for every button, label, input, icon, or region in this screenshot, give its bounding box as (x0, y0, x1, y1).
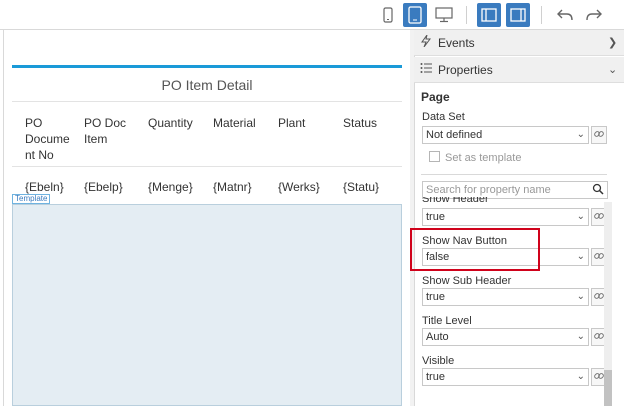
chevron-down-icon: ⌄ (576, 371, 585, 382)
table-cell[interactable]: {Werks} (278, 180, 320, 194)
dropdown-value: true (426, 371, 445, 383)
title-level-label: Title Level (422, 315, 472, 327)
dropdown-value: true (426, 291, 445, 303)
table-cell[interactable]: {Menge} (148, 180, 193, 194)
column-header-status[interactable]: Status (343, 115, 377, 131)
desktop-icon[interactable] (432, 3, 456, 27)
link-icon (594, 210, 604, 224)
link-icon (594, 250, 604, 264)
show-header-dropdown[interactable]: true ⌄ (422, 208, 589, 226)
binding-link-button[interactable] (591, 126, 607, 144)
events-section-header[interactable]: Events ❯ (414, 30, 624, 56)
panel-divider (421, 174, 607, 175)
redo-icon[interactable] (582, 3, 606, 27)
table-cell[interactable]: {Ebelp} (84, 180, 123, 194)
phone-icon[interactable] (376, 3, 400, 27)
chevron-down-icon: ⌄ (608, 64, 618, 76)
link-icon (594, 290, 604, 304)
title-level-dropdown[interactable]: Auto ⌄ (422, 328, 589, 346)
set-as-template-label: Set as template (445, 152, 522, 164)
chevron-down-icon: ⌄ (576, 211, 585, 222)
table-cell[interactable]: {Ebeln} (25, 180, 64, 194)
link-icon (594, 330, 604, 344)
show-sub-header-dropdown[interactable]: true ⌄ (422, 288, 589, 306)
dropdown-value: Not defined (426, 129, 483, 141)
header-line: Docume (25, 132, 70, 146)
table-cell[interactable]: {Statu} (343, 180, 379, 194)
properties-label: Properties (438, 62, 493, 77)
lightning-icon (414, 34, 438, 50)
visible-label: Visible (422, 355, 455, 367)
data-set-label: Data Set (422, 111, 465, 123)
chevron-down-icon: ⌄ (576, 291, 585, 302)
undo-icon[interactable] (553, 3, 577, 27)
section-title-page: Page (421, 90, 450, 104)
search-placeholder: Search for property name (426, 184, 551, 196)
content-placeholder[interactable] (12, 204, 402, 406)
panel-right-icon[interactable] (506, 3, 530, 27)
header-line: PO Doc (84, 116, 127, 130)
canvas-edge (3, 30, 4, 406)
toolbar-divider (466, 6, 467, 24)
template-tag: Template (12, 194, 51, 204)
column-header-material[interactable]: Material (213, 115, 256, 131)
chevron-down-icon: ⌄ (576, 331, 585, 342)
chevron-right-icon: ❯ (608, 37, 618, 49)
column-header-quantity[interactable]: Quantity (148, 115, 193, 131)
chevron-down-icon: ⌄ (576, 251, 585, 262)
scrollbar-thumb[interactable] (604, 370, 612, 406)
link-icon (594, 370, 604, 384)
header-line: Material (213, 116, 256, 130)
page-title[interactable]: PO Item Detail (12, 68, 402, 102)
highlight-box (410, 228, 540, 271)
set-as-template-checkbox[interactable] (429, 151, 440, 162)
toolbar-divider (541, 6, 542, 24)
events-label: Events (438, 35, 475, 50)
header-line: nt No (25, 148, 54, 162)
header-line: Item (84, 132, 108, 146)
tablet-icon[interactable] (403, 3, 427, 27)
column-header-plant[interactable]: Plant (278, 115, 305, 131)
property-label-text: Show Header (422, 197, 489, 205)
link-icon (594, 128, 604, 142)
dropdown-value: Auto (426, 331, 449, 343)
header-line: Plant (278, 116, 306, 130)
visible-dropdown[interactable]: true ⌄ (422, 368, 589, 386)
dropdown-value: true (426, 211, 445, 223)
panel-left-icon[interactable] (477, 3, 501, 27)
show-header-label: Show Header (422, 197, 489, 205)
properties-list-icon (414, 62, 438, 77)
search-icon (592, 183, 604, 200)
column-header-po-doc-item[interactable]: PO Doc Item (84, 115, 126, 147)
properties-section-header[interactable]: Properties ⌄ (414, 57, 624, 83)
header-line: Quantity (148, 116, 193, 130)
header-line: PO (25, 116, 43, 130)
header-line: Status (343, 116, 378, 130)
row-divider (12, 166, 402, 167)
top-toolbar (0, 0, 624, 30)
table-cell[interactable]: {Matnr} (213, 180, 252, 194)
chevron-down-icon: ⌄ (576, 129, 585, 140)
column-header-po-document-no[interactable]: PO Docume nt No (25, 115, 70, 163)
data-set-dropdown[interactable]: Not defined ⌄ (422, 126, 589, 144)
show-sub-header-label: Show Sub Header (422, 275, 512, 287)
